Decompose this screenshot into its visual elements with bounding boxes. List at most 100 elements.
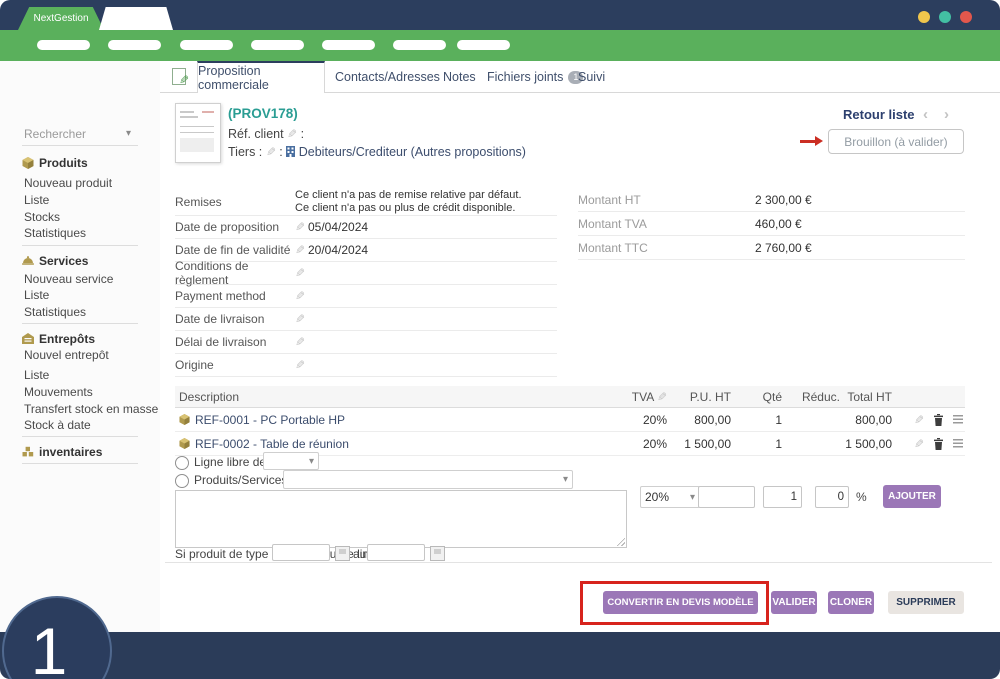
cloner-button[interactable]: CLONER [828,591,874,614]
delete-line-icon[interactable] [933,414,944,426]
line-type-select[interactable]: ▾ [263,452,319,470]
edit-pencil-icon[interactable]: ✎ [295,289,305,303]
edit-pencil-icon[interactable]: ✎ [295,335,305,349]
menu-item-placeholder[interactable] [108,40,161,50]
inventory-icon [22,446,34,457]
sidebar-item-transfert-stock[interactable]: Transfert stock en masse [24,402,158,416]
price-input[interactable] [698,486,755,508]
sidebar-item-nouveau-produit[interactable]: Nouveau produit [24,176,112,190]
sidebar-item-stock-a-date[interactable]: Stock à date [24,418,91,432]
divider [165,562,992,563]
chevron-right-icon[interactable]: › [944,106,949,123]
valider-button[interactable]: VALIDER [771,591,817,614]
tab-proposition-commerciale[interactable]: Proposition commerciale [197,61,325,93]
menu-item-placeholder[interactable] [251,40,304,50]
menu-item-placeholder[interactable] [457,40,510,50]
calendar-icon[interactable] [430,546,445,561]
amount-label: Montant TVA [578,217,755,231]
date-au-input[interactable] [367,544,425,561]
col-pu-ht: P.U. HT [671,390,735,404]
search-input[interactable]: Rechercher [24,127,86,141]
edit-pencil-icon[interactable]: ✎ [266,145,276,159]
reduc-input[interactable] [815,486,849,508]
radio-produits-predefinis[interactable] [175,474,189,488]
edit-pencil-icon[interactable]: ✎ [295,243,305,257]
vat-select[interactable]: 20%▾ [640,486,700,508]
sidebar-item-liste-produits[interactable]: Liste [24,193,49,207]
ajouter-button[interactable]: AJOUTER [883,485,941,508]
sidebar-section-services: Services [22,253,88,268]
product-box-icon [22,157,34,169]
sidebar-item-stocks[interactable]: Stocks [24,210,60,224]
menu-item-placeholder[interactable] [180,40,233,50]
predefined-product-select[interactable]: ▾ [283,470,573,489]
remises-note: Ce client n'a pas ou plus de crédit disp… [295,202,557,215]
maximize-light[interactable] [939,11,951,23]
sidebar-item-nouvel-entrepot[interactable]: Nouvel entrepôt [24,348,109,362]
edit-pencil-icon[interactable]: ✎ [657,390,667,404]
document-thumbnail[interactable] [175,103,221,163]
menu-item-placeholder[interactable] [322,40,375,50]
product-link[interactable]: REF-0002 - Table de réunion [195,437,349,451]
field-label: Date de livraison [175,312,295,326]
divider [22,323,138,324]
edit-pencil-icon[interactable]: ✎ [287,127,297,141]
minimize-light[interactable] [918,11,930,23]
calendar-icon[interactable] [335,546,350,561]
divider [22,463,138,464]
ref-client-label: Réf. client [228,127,284,141]
radio-ligne-libre[interactable] [175,456,189,470]
search-caret-icon[interactable]: ▾ [126,128,131,139]
edit-line-icon[interactable]: ✎ [914,437,924,451]
edit-pencil-icon[interactable]: ✎ [295,312,305,326]
line-description-textarea[interactable] [175,490,627,548]
menu-item-placeholder[interactable] [37,40,90,50]
chevron-left-icon[interactable]: ‹ [923,106,928,123]
menu-item-placeholder[interactable] [393,40,446,50]
field-row: Payment method✎ [175,285,557,308]
tab-suivi[interactable]: Suivi [578,70,605,84]
field-label: Date de fin de validité [175,243,295,257]
supprimer-button[interactable]: SUPPRIMER [888,591,964,614]
close-light[interactable] [960,11,972,23]
edit-pencil-icon[interactable]: ✎ [295,266,305,280]
product-link[interactable]: REF-0001 - PC Portable HP [195,413,345,427]
field-label: Remises [175,195,295,209]
col-total-ht: Total HT [844,390,892,404]
tab-label: Fichiers joints [487,70,563,84]
title-bar: NextGestion [0,0,1000,30]
tiers-label: Tiers : [228,145,262,159]
edit-pencil-icon[interactable]: ✎ [295,358,305,372]
sidebar-item-statistiques-services[interactable]: Statistiques [24,305,86,319]
field-row: Date de livraison✎ [175,308,557,331]
sidebar-section-inventaires[interactable]: inventaires [22,444,102,459]
sidebar-item-statistiques-produits[interactable]: Statistiques [24,226,86,240]
sidebar-item-nouveau-service[interactable]: Nouveau service [24,272,113,286]
tiers-link[interactable]: Debiteurs/Crediteur (Autres propositions… [299,145,526,159]
amount-label: Montant HT [578,193,755,207]
field-label: Payment method [175,289,295,303]
divider [22,436,138,437]
browser-tab-placeholder[interactable] [99,7,173,30]
drag-handle-icon[interactable] [953,439,963,448]
convertir-devis-modele-button[interactable]: CONVERTIR EN DEVIS MODÈLE [603,591,758,614]
edit-line-icon[interactable]: ✎ [914,413,924,427]
qty-input[interactable] [763,486,802,508]
tab-notes[interactable]: Notes [443,70,476,84]
sidebar-item-mouvements[interactable]: Mouvements [24,385,93,399]
tab-contacts-adresses[interactable]: Contacts/Adresses [335,70,440,84]
sidebar-section-entrepots: Entrepôts [22,331,95,346]
sidebar-item-liste-services[interactable]: Liste [24,288,49,302]
drag-handle-icon[interactable] [953,415,963,424]
date-du-input[interactable] [272,544,330,561]
divider [22,145,138,146]
delete-line-icon[interactable] [933,438,944,450]
retour-liste-link[interactable]: Retour liste [843,107,915,122]
edit-pencil-icon[interactable]: ✎ [295,220,305,234]
sidebar-item-liste-entrepots[interactable]: Liste [24,368,49,382]
cell-tva: 20% [617,413,671,427]
amount-value: 2 760,00 € [755,241,965,255]
tab-fichiers-joints[interactable]: Fichiers joints1 [487,70,583,84]
app-tab[interactable]: NextGestion [18,7,104,30]
field-row-remises: Remises Ce client n'a pas de remise rela… [175,188,557,216]
